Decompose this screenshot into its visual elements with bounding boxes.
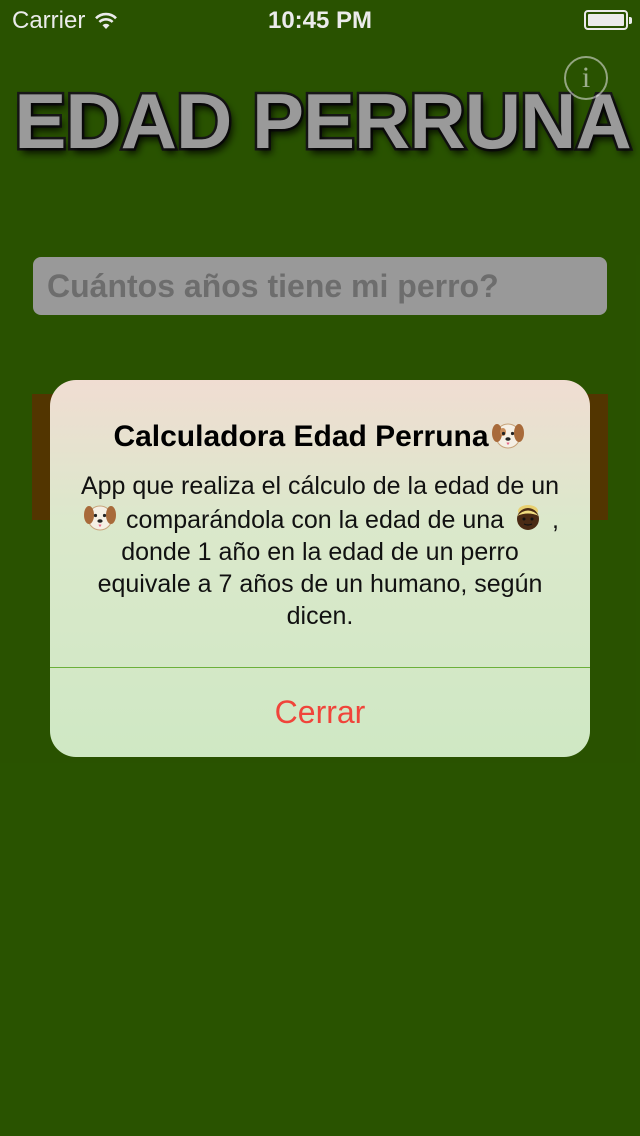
alert-message: App que realiza el cálculo de la edad de… bbox=[80, 470, 560, 632]
person-icon bbox=[517, 505, 540, 530]
dog-face-icon bbox=[491, 423, 524, 449]
alert-title: Calculadora Edad Perruna bbox=[50, 420, 590, 454]
close-button[interactable]: Cerrar bbox=[50, 668, 590, 757]
alert-dialog: Calculadora Edad Perruna App que realiza… bbox=[50, 380, 590, 757]
alert-title-text: Calculadora Edad Perruna bbox=[113, 420, 489, 453]
dog-face-icon bbox=[84, 505, 117, 531]
alert-message-part2: comparándola con la edad de una bbox=[126, 506, 505, 534]
alert-message-part1: App que realiza el cálculo de la edad de… bbox=[80, 472, 560, 500]
